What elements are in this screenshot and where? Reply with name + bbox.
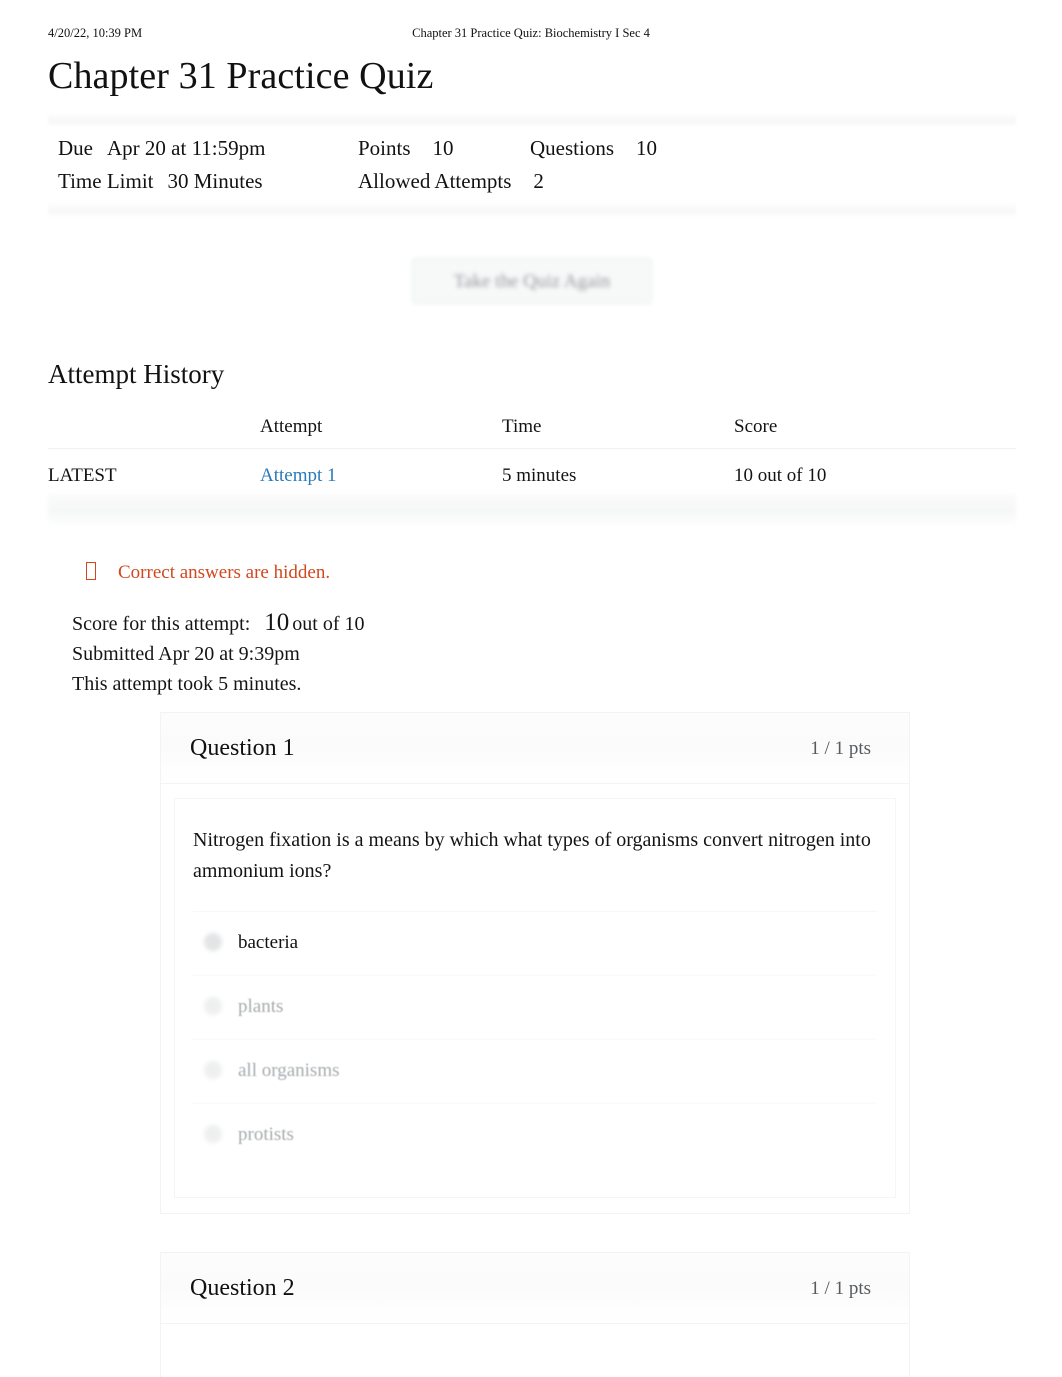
- radio-button-icon[interactable]: [204, 997, 222, 1015]
- attempt-score-row: Score for this attempt: 10 out of 10: [72, 608, 365, 639]
- question-1-header: Question 1 1 / 1 pts: [161, 713, 909, 784]
- radio-button-icon[interactable]: [204, 1125, 222, 1143]
- answer-option[interactable]: plants: [193, 975, 877, 1039]
- column-header-score: Score: [734, 416, 778, 437]
- question-1-points: 1 / 1 pts: [810, 738, 871, 759]
- attempt-score-value: 10: [264, 609, 290, 636]
- due-label: Due: [58, 136, 93, 160]
- quiz-info-table: Due Apr 20 at 11:59pm Points 10 Questions 10 …: [48, 126, 1016, 202]
- attempt-history-header-row: Attempt Time Score: [48, 414, 1016, 449]
- points-group: Points 10: [358, 132, 530, 165]
- allowed-attempts-group: Allowed Attempts 2: [358, 165, 544, 198]
- allowed-attempts-value: 2: [533, 169, 544, 193]
- due-value: Apr 20 at 11:59pm: [107, 136, 266, 160]
- time-limit-group: Time Limit 30 Minutes: [58, 165, 358, 198]
- hidden-answers-notice: Correct answers are hidden.: [86, 559, 330, 587]
- attempt-score-suffix: out of 10: [292, 613, 365, 635]
- attempt-history-head: Attempt Time Score: [48, 414, 1016, 449]
- answer-option[interactable]: protists: [193, 1103, 877, 1167]
- answer-option-label: all organisms: [238, 1060, 340, 1081]
- attempt-score-label: Score for this attempt:: [72, 613, 251, 635]
- questions-count-label: Questions: [530, 136, 614, 160]
- print-document-title: Chapter 31 Practice Quiz: Biochemistry I…: [412, 26, 650, 40]
- question-1-answer-list: bacteria plants all organisms protists: [175, 911, 895, 1167]
- column-header-attempt: Attempt: [260, 416, 323, 437]
- allowed-attempts-label: Allowed Attempts: [358, 169, 512, 193]
- questions-group: Questions 10: [530, 132, 657, 165]
- quiz-info-top-divider: [48, 112, 1016, 126]
- time-limit-value: 30 Minutes: [167, 169, 263, 193]
- question-2-points: 1 / 1 pts: [810, 1278, 871, 1299]
- quiz-info-bottom-divider: [48, 202, 1016, 216]
- questions-count-value: 10: [636, 136, 657, 160]
- attempt-1-link[interactable]: Attempt 1: [260, 465, 337, 486]
- quiz-info-row-1: Due Apr 20 at 11:59pm Points 10 Questions 10: [58, 132, 1016, 165]
- attempt-history-table: Attempt Time Score LATEST Attempt 1 5 mi…: [48, 414, 1016, 503]
- attempt-table-bottom-divider: [48, 494, 1016, 524]
- question-1-text: Nitrogen fixation is a means by which wh…: [193, 829, 871, 882]
- points-value: 10: [432, 136, 454, 160]
- question-1-title: Question 1: [190, 735, 295, 761]
- points-label: Points: [358, 136, 411, 160]
- take-quiz-again-button[interactable]: Take the Quiz Again: [412, 258, 652, 304]
- question-2-title: Question 2: [190, 1275, 295, 1301]
- question-1-body: Nitrogen fixation is a means by which wh…: [174, 798, 896, 1198]
- due-group: Due Apr 20 at 11:59pm: [58, 132, 358, 165]
- page-title: Chapter 31 Practice Quiz: [48, 55, 434, 97]
- answer-option-label: plants: [238, 996, 284, 1017]
- answer-option[interactable]: all organisms: [193, 1039, 877, 1103]
- time-limit-label: Time Limit: [58, 169, 154, 193]
- print-header: 4/20/22, 10:39 PM Chapter 31 Practice Qu…: [0, 23, 1062, 43]
- quiz-info-row-2: Time Limit 30 Minutes Allowed Attempts 2: [58, 165, 1016, 198]
- answer-option-label: bacteria: [238, 932, 299, 953]
- attempt-summary: Score for this attempt: 10 out of 10 Submi…: [72, 608, 365, 699]
- question-block-2: Question 2 1 / 1 pts: [160, 1252, 910, 1377]
- quiz-info-panel: Due Apr 20 at 11:59pm Points 10 Questions 10 …: [48, 112, 1016, 216]
- radio-button-icon[interactable]: [204, 933, 222, 951]
- attempt-submitted-row: Submitted Apr 20 at 9:39pm: [72, 643, 300, 665]
- radio-button-icon[interactable]: [204, 1061, 222, 1079]
- retake-button-area: Take the Quiz Again: [0, 240, 1062, 330]
- column-header-time: Time: [502, 416, 542, 437]
- answer-option-label: protists: [238, 1124, 294, 1145]
- column-header-flag: [48, 414, 260, 449]
- answer-option[interactable]: bacteria: [193, 911, 877, 975]
- question-block-1: Question 1 1 / 1 pts Nitrogen fixation i…: [160, 712, 910, 1214]
- hidden-answers-notice-text: Correct answers are hidden.: [118, 562, 331, 583]
- question-2-header: Question 2 1 / 1 pts: [161, 1253, 909, 1324]
- attempt-history-heading: Attempt History: [48, 359, 225, 389]
- attempt-duration-row: This attempt took 5 minutes.: [72, 673, 302, 695]
- warning-icon: [86, 562, 96, 580]
